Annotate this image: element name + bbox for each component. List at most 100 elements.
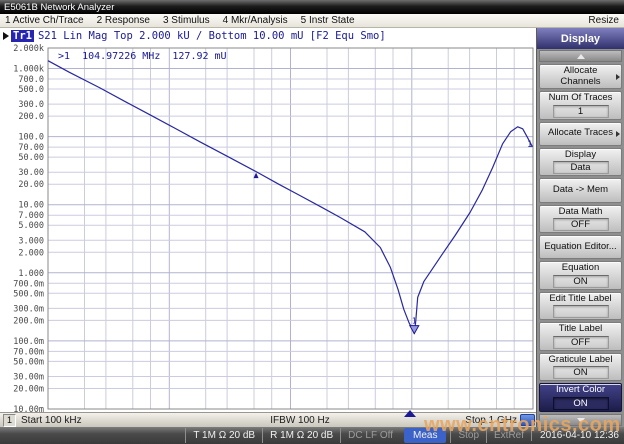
- softkey-display[interactable]: DisplayData: [539, 148, 622, 177]
- marker-stimulus-triangle-icon[interactable]: [404, 410, 416, 417]
- y-tick-label: 200.0: [18, 112, 44, 122]
- y-tick-label: 1.000: [18, 269, 44, 279]
- menu-item-4[interactable]: 4 Mkr/Analysis: [223, 15, 288, 26]
- start-frequency-label[interactable]: Start 100 kHz: [21, 415, 82, 426]
- status-segment-r-1m-20-db: R 1M Ω 20 dB: [262, 428, 340, 443]
- submenu-arrow-icon: [616, 74, 620, 80]
- softkey-value: 1: [553, 105, 609, 118]
- instrument-screen: E5061B Network Analyzer 1 Active Ch/Trac…: [0, 0, 624, 444]
- y-tick-label: 5.000: [18, 221, 44, 231]
- menu-item-3[interactable]: 3 Stimulus: [163, 15, 210, 26]
- softkey-label: Data -> Mem: [553, 185, 608, 196]
- softkey-title-label[interactable]: Title LabelOFF: [539, 322, 622, 351]
- softkey-label: Allocate Traces: [548, 128, 613, 139]
- y-tick-label: 100.0: [18, 133, 44, 143]
- softkey-equation[interactable]: EquationON: [539, 261, 622, 290]
- softkey-allocate-traces[interactable]: Allocate Traces: [539, 122, 622, 146]
- y-tick-label: 10.00: [18, 201, 44, 211]
- softkey-scroll-down[interactable]: [539, 414, 622, 426]
- trace-number-label: 1: [527, 140, 532, 150]
- title-bar: E5061B Network Analyzer: [0, 0, 624, 14]
- softkey-menu-title: Display: [537, 28, 624, 49]
- softkey-equation-editor-[interactable]: Equation Editor...: [539, 235, 622, 259]
- y-tick-label: 1.000k: [13, 65, 44, 75]
- ifbw-label[interactable]: IFBW 100 Hz: [270, 415, 329, 426]
- y-tick-label: 500.0: [18, 85, 44, 95]
- softkey-allocate-channels[interactable]: Allocate Channels: [539, 64, 622, 89]
- status-datetime: 2016-04-10 12:36: [531, 430, 621, 441]
- softkey-value: ON: [553, 397, 609, 410]
- softkey-label: Allocate Channels: [543, 66, 618, 87]
- y-tick-label: 30.00: [18, 168, 44, 178]
- y-tick-label: 30.00m: [13, 373, 44, 383]
- softkey-label: Equation: [562, 263, 600, 274]
- stimulus-bar: 1 Start 100 kHz IFBW 100 Hz Stop 1 GHz: [0, 412, 538, 427]
- y-tick-label: 100.0m: [13, 337, 44, 347]
- softkey-label: Graticule Label: [549, 355, 613, 366]
- softkey-list: Allocate Channels Num Of Traces1 Allocate …: [537, 63, 624, 413]
- y-tick-label: 70.00m: [13, 347, 44, 357]
- softkey-label: Num Of Traces: [549, 93, 613, 104]
- menu-item-5[interactable]: 5 Instr State: [301, 15, 355, 26]
- softkey-value: [553, 305, 609, 318]
- softkey-value: Data: [553, 161, 609, 174]
- resize-button[interactable]: Resize: [588, 15, 619, 26]
- softkey-data-math[interactable]: Data MathOFF: [539, 205, 622, 234]
- softkey-label: Display: [565, 150, 596, 161]
- softkey-label: Title Label: [559, 324, 602, 335]
- softkey-data-mem[interactable]: Data -> Mem: [539, 178, 622, 202]
- softkey-num-of-traces[interactable]: Num Of Traces1: [539, 91, 622, 120]
- stop-frequency-label[interactable]: Stop 1 GHz: [465, 415, 517, 426]
- y-tick-label: 20.00m: [13, 385, 44, 395]
- y-tick-label: 3.000: [18, 236, 44, 246]
- y-tick-label: 70.00: [18, 143, 44, 153]
- trace-tag[interactable]: Tr1: [11, 30, 34, 42]
- window-title: E5061B Network Analyzer: [4, 2, 114, 13]
- softkey-label: Equation Editor...: [544, 242, 616, 253]
- softkey-label: Invert Color: [556, 385, 605, 396]
- softkey-scroll-up[interactable]: [539, 50, 622, 62]
- softkey-sidebar: Display Allocate ChannelsNum Of Traces1A…: [536, 28, 624, 427]
- entry-indicator-icon: [520, 414, 535, 426]
- y-tick-label: 200.0m: [13, 316, 44, 326]
- status-segment-dc-lf-off: DC LF Off: [340, 428, 400, 443]
- status-segment-stop: Stop: [450, 428, 486, 443]
- instrument-status-bar: T 1M Ω 20 dBR 1M Ω 20 dBDC LF OffMeasSto…: [0, 427, 624, 444]
- softkey-value: OFF: [553, 218, 609, 231]
- y-tick-label: 700.0: [18, 75, 44, 85]
- measurement-plot: 2.000k1.000k700.0500.0300.0200.0100.070.…: [0, 44, 536, 414]
- softkey-label: Edit Title Label: [549, 294, 611, 305]
- menu-item-2[interactable]: 2 Response: [97, 15, 150, 26]
- trace-info-bar: Tr1 S21 Lin Mag Top 2.000 kU / Bottom 10…: [0, 28, 536, 44]
- y-tick-label: 7.000: [18, 211, 44, 221]
- softkey-graticule-label[interactable]: Graticule LabelON: [539, 353, 622, 382]
- scroll-down-icon: [577, 418, 585, 423]
- submenu-arrow-icon: [616, 131, 620, 137]
- y-tick-label: 300.0: [18, 100, 44, 110]
- softkey-value: ON: [553, 275, 609, 288]
- scroll-up-icon: [577, 54, 585, 59]
- y-tick-label: 300.0m: [13, 304, 44, 314]
- softkey-invert-color[interactable]: Invert ColorON: [539, 383, 622, 412]
- menu-items: 1 Active Ch/Trace 2 Response 3 Stimulus 4 M…: [5, 15, 355, 26]
- y-tick-label: 700.0m: [13, 279, 44, 289]
- status-segments: T 1M Ω 20 dBR 1M Ω 20 dBDC LF OffMeasSto…: [185, 428, 531, 443]
- y-tick-label: 500.0m: [13, 289, 44, 299]
- y-tick-label: 50.00m: [13, 357, 44, 367]
- softkey-edit-title-label[interactable]: Edit Title Label: [539, 292, 622, 321]
- marker-1-icon[interactable]: [410, 326, 419, 334]
- status-segment-meas: Meas: [404, 428, 446, 443]
- active-trace-arrow-icon: [3, 32, 9, 40]
- channel-number-box: 1: [3, 414, 16, 427]
- softkey-label: Data Math: [559, 207, 603, 218]
- softkey-value: OFF: [553, 336, 609, 349]
- softkey-value: ON: [553, 366, 609, 379]
- y-tick-label: 50.00: [18, 153, 44, 163]
- marker-1-number: 1: [412, 317, 417, 326]
- y-tick-label: 20.00: [18, 180, 44, 190]
- y-tick-label: 2.000k: [13, 44, 44, 54]
- y-tick-label: 2.000: [18, 248, 44, 258]
- marker-readout: >1 104.97226 MHz 127.92 mU: [58, 51, 227, 62]
- status-segment-extref: ExtRef: [486, 428, 531, 443]
- menu-item-1[interactable]: 1 Active Ch/Trace: [5, 15, 84, 26]
